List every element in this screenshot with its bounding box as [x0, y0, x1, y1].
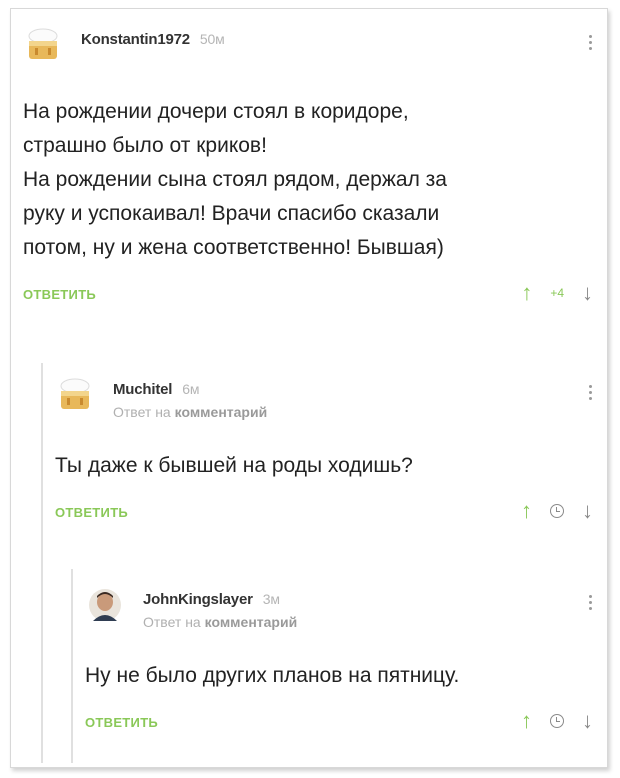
- comment-actions: ОТВЕТИТЬ ↑ ↓: [55, 499, 593, 529]
- comment-actions: ОТВЕТИТЬ ↑ ↓: [85, 709, 593, 739]
- chef-cake-avatar-icon[interactable]: [23, 27, 63, 63]
- comment-text: Ты даже к бывшей на роды ходишь?: [55, 454, 413, 477]
- reply-to-label: Ответ на комментарий: [113, 404, 267, 420]
- author-name[interactable]: Muchitel: [113, 381, 172, 398]
- comment-header: Muchitel 6м Ответ на комментарий: [55, 373, 593, 420]
- downvote-arrow-icon[interactable]: ↓: [582, 499, 593, 523]
- comment-rating: +4: [550, 286, 564, 300]
- reply-prefix: Ответ на: [113, 404, 171, 420]
- reply-target-link[interactable]: комментарий: [175, 404, 268, 420]
- upvote-arrow-icon[interactable]: ↑: [521, 281, 532, 305]
- vote-controls: ↑ +4 ↓: [521, 281, 593, 305]
- comment-time: 50м: [199, 31, 225, 47]
- more-options-icon[interactable]: [589, 35, 593, 50]
- comment-thread-frame: Konstantin1972 50м На рождении дочери сто…: [10, 8, 608, 768]
- upvote-arrow-icon[interactable]: ↑: [521, 709, 532, 733]
- reply-to-label: Ответ на комментарий: [143, 614, 297, 630]
- comment-time: 6м: [182, 381, 200, 397]
- more-options-icon[interactable]: [589, 385, 593, 400]
- reply-button[interactable]: ОТВЕТИТЬ: [55, 505, 128, 520]
- reply-prefix: Ответ на: [143, 614, 201, 630]
- comment-header: JohnKingslayer 3м Ответ на комментарий: [85, 583, 593, 630]
- downvote-arrow-icon[interactable]: ↓: [582, 709, 593, 733]
- comment-author[interactable]: JohnKingslayer 3м: [143, 591, 280, 608]
- comment-actions: ОТВЕТИТЬ ↑ +4 ↓: [23, 281, 593, 311]
- author-name[interactable]: JohnKingslayer: [143, 591, 253, 608]
- vote-controls: ↑ ↓: [521, 709, 593, 733]
- reply-button[interactable]: ОТВЕТИТЬ: [23, 287, 96, 302]
- downvote-arrow-icon[interactable]: ↓: [582, 281, 593, 305]
- thread-line: [41, 363, 43, 763]
- comment: Konstantin1972 50м На рождении дочери сто…: [23, 23, 593, 311]
- comment-author[interactable]: Konstantin1972 50м: [81, 31, 225, 48]
- reply-target-link[interactable]: комментарий: [205, 614, 298, 630]
- author-name[interactable]: Konstantin1972: [81, 31, 190, 48]
- comment-text: Ну не было других планов на пятницу.: [85, 664, 460, 687]
- clock-icon: [550, 504, 564, 518]
- comment-author[interactable]: Muchitel 6м: [113, 381, 199, 398]
- vote-controls: ↑ ↓: [521, 499, 593, 523]
- reply-button[interactable]: ОТВЕТИТЬ: [85, 715, 158, 730]
- chef-cake-avatar-icon[interactable]: [55, 377, 95, 413]
- comment-text: На рождении дочери стоял в коридоре, стр…: [23, 100, 447, 259]
- comment: JohnKingslayer 3м Ответ на комментарий Ну…: [85, 583, 593, 739]
- more-options-icon[interactable]: [589, 595, 593, 610]
- user-photo-avatar-icon[interactable]: [85, 587, 125, 623]
- comment-time: 3м: [262, 591, 280, 607]
- upvote-arrow-icon[interactable]: ↑: [521, 499, 532, 523]
- comment: Muchitel 6м Ответ на комментарий Ты даже …: [55, 373, 593, 529]
- thread-line: [71, 569, 73, 763]
- comment-header: Konstantin1972 50м: [23, 23, 593, 67]
- clock-icon: [550, 714, 564, 728]
